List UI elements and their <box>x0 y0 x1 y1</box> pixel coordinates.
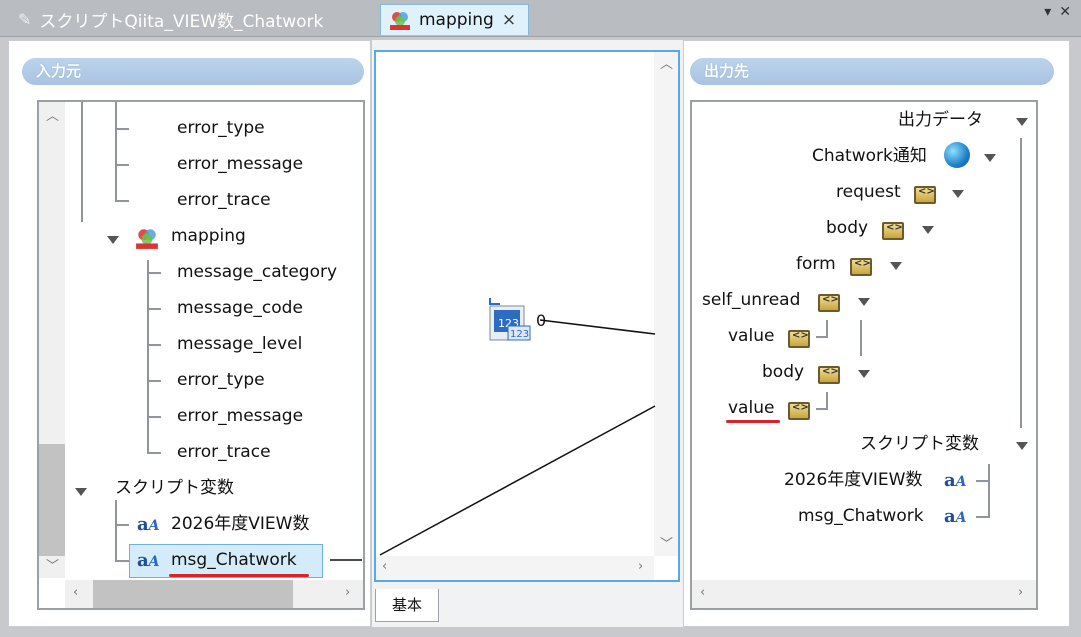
horizontal-scrollbar[interactable] <box>692 580 1036 608</box>
object-icon <box>882 222 904 240</box>
tree-node[interactable]: form <box>796 252 836 276</box>
tree-node[interactable]: value <box>728 324 774 348</box>
expand-arrow-icon[interactable] <box>858 370 870 378</box>
tree-node[interactable]: 2026年度VIEW数 <box>784 468 922 492</box>
variable-icon: aA <box>944 470 967 491</box>
tree-node[interactable]: request <box>836 180 901 204</box>
variable-icon: aA <box>944 506 967 527</box>
expand-arrow-icon[interactable] <box>984 154 996 162</box>
output-panel: 出力先 出力データ Chatwork通知 request body form s… <box>683 40 1070 627</box>
tree-node[interactable]: スクリプト変数 <box>860 432 979 456</box>
tree-node[interactable]: value <box>728 396 774 420</box>
object-icon <box>914 186 936 204</box>
scroll-right-icon[interactable]: › <box>1018 586 1023 600</box>
expand-arrow-icon[interactable] <box>952 190 964 198</box>
object-icon <box>818 366 840 384</box>
object-icon <box>788 402 810 420</box>
tree-node[interactable]: self_unread <box>702 288 800 312</box>
expand-arrow-icon[interactable] <box>1016 118 1028 126</box>
object-icon <box>850 258 872 276</box>
expand-arrow-icon[interactable] <box>890 262 902 270</box>
expand-arrow-icon[interactable] <box>1016 442 1028 450</box>
tree-node[interactable]: msg_Chatwork <box>798 504 924 528</box>
tab-basic[interactable]: 基本 <box>375 589 439 622</box>
scroll-left-icon[interactable]: ‹ <box>700 586 705 600</box>
red-underline <box>726 420 780 423</box>
expand-arrow-icon[interactable] <box>858 298 870 306</box>
tree-node[interactable]: body <box>826 216 868 240</box>
object-icon <box>818 294 840 312</box>
rest-globe-icon <box>944 142 970 168</box>
tree-node[interactable]: body <box>762 360 804 384</box>
output-header: 出力先 <box>690 58 1054 85</box>
expand-arrow-icon[interactable] <box>922 226 934 234</box>
tree-node[interactable]: 出力データ <box>898 108 983 132</box>
object-icon <box>788 330 810 348</box>
output-tree[interactable]: 出力データ Chatwork通知 request body form self_… <box>690 100 1038 610</box>
tree-node[interactable]: Chatwork通知 <box>812 144 927 168</box>
